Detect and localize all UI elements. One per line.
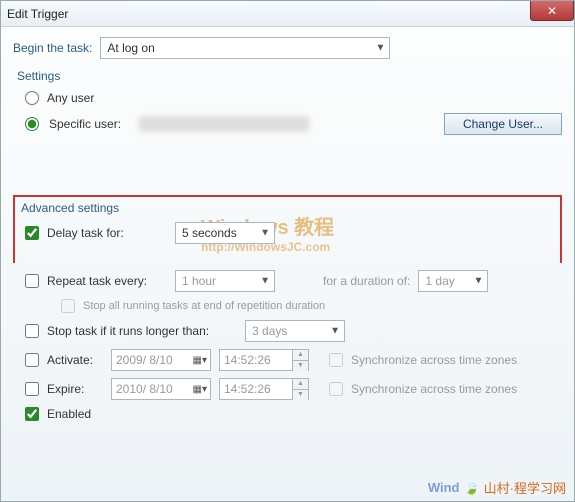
specific-user-value: [139, 116, 309, 132]
duration-dropdown[interactable]: 1 day ▼: [418, 270, 488, 292]
spin-down-icon[interactable]: ▼: [292, 361, 308, 371]
activate-label: Activate:: [47, 353, 103, 367]
any-user-label: Any user: [47, 91, 94, 105]
delay-task-label: Delay task for:: [47, 226, 167, 240]
activate-sync-checkbox: [329, 353, 343, 367]
spin-up-icon[interactable]: ▲: [292, 350, 308, 361]
watermark-logo: Wind: [428, 480, 460, 495]
activate-date-input[interactable]: 2009/ 8/10 ▦▾: [111, 349, 211, 371]
begin-task-dropdown[interactable]: At log on ▼: [100, 37, 390, 59]
repeat-task-label: Repeat task every:: [47, 274, 167, 288]
close-button[interactable]: ✕: [530, 1, 574, 21]
delay-task-dropdown[interactable]: 5 seconds ▼: [175, 222, 275, 244]
calendar-icon: ▦▾: [193, 355, 207, 366]
stop-running-checkbox: [61, 299, 75, 313]
chevron-down-icon: ▼: [375, 43, 385, 54]
expire-checkbox[interactable]: [25, 382, 39, 396]
spin-down-icon[interactable]: ▼: [292, 390, 308, 400]
duration-value: 1 day: [425, 274, 454, 288]
chevron-down-icon: ▼: [473, 276, 483, 287]
chevron-down-icon: ▼: [260, 228, 270, 239]
enabled-label: Enabled: [47, 407, 91, 421]
duration-label: for a duration of:: [323, 274, 410, 288]
begin-task-value: At log on: [107, 41, 154, 55]
advanced-settings-group: Advanced settings Delay task for: 5 seco…: [13, 195, 562, 263]
calendar-icon: ▦▾: [193, 384, 207, 395]
stop-longer-label: Stop task if it runs longer than:: [47, 324, 237, 338]
advanced-header: Advanced settings: [21, 201, 554, 215]
repeat-task-checkbox[interactable]: [25, 274, 39, 288]
activate-date-value: 2009/ 8/10: [116, 353, 173, 367]
chevron-down-icon: ▼: [330, 326, 340, 337]
watermark-text: 山村·程学习网: [484, 478, 566, 497]
repeat-every-dropdown[interactable]: 1 hour ▼: [175, 270, 275, 292]
stop-longer-value: 3 days: [252, 324, 287, 338]
repeat-every-value: 1 hour: [182, 274, 216, 288]
activate-time-value: 14:52:26: [224, 353, 271, 367]
delay-task-value: 5 seconds: [182, 226, 237, 240]
titlebar: Edit Trigger ✕: [1, 1, 574, 27]
activate-time-input[interactable]: 14:52:26 ▲▼: [219, 349, 309, 371]
expire-date-value: 2010/ 8/10: [116, 382, 173, 396]
expire-sync-label: Synchronize across time zones: [351, 382, 517, 396]
stop-longer-dropdown[interactable]: 3 days ▼: [245, 320, 345, 342]
specific-user-radio[interactable]: [25, 117, 39, 131]
spin-up-icon[interactable]: ▲: [292, 379, 308, 390]
change-user-button[interactable]: Change User...: [444, 113, 562, 135]
activate-sync-label: Synchronize across time zones: [351, 353, 517, 367]
expire-sync-checkbox: [329, 382, 343, 396]
delay-task-checkbox[interactable]: [25, 226, 39, 240]
edit-trigger-dialog: Edit Trigger ✕ Begin the task: At log on…: [0, 0, 575, 502]
expire-date-input[interactable]: 2010/ 8/10 ▦▾: [111, 378, 211, 400]
chevron-down-icon: ▼: [260, 276, 270, 287]
any-user-radio[interactable]: [25, 91, 39, 105]
expire-label: Expire:: [47, 382, 103, 396]
settings-header: Settings: [17, 69, 562, 83]
expire-time-input[interactable]: 14:52:26 ▲▼: [219, 378, 309, 400]
stop-running-label: Stop all running tasks at end of repetit…: [83, 300, 325, 312]
activate-checkbox[interactable]: [25, 353, 39, 367]
specific-user-label: Specific user:: [49, 117, 129, 131]
leaf-icon: 🍃: [463, 480, 479, 496]
window-title: Edit Trigger: [7, 7, 68, 21]
stop-longer-checkbox[interactable]: [25, 324, 39, 338]
begin-task-label: Begin the task:: [13, 41, 92, 55]
expire-time-value: 14:52:26: [224, 382, 271, 396]
bottom-watermark: Wind 🍃 山村·程学习网: [428, 478, 566, 497]
close-icon: ✕: [547, 4, 557, 18]
enabled-checkbox[interactable]: [25, 407, 39, 421]
content-area: Begin the task: At log on ▼ Settings Any…: [1, 27, 574, 438]
